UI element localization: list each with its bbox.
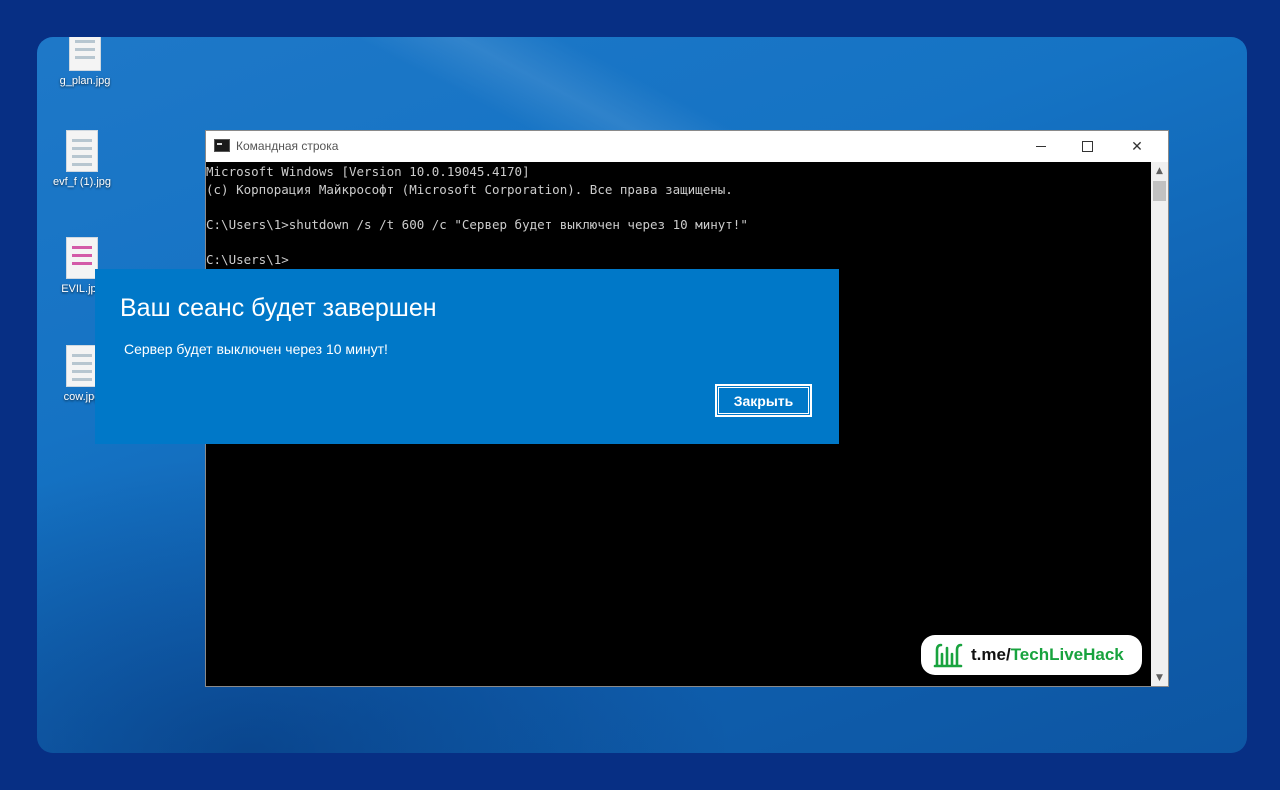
image-file-icon xyxy=(69,37,101,71)
techlivehack-logo-icon xyxy=(933,643,963,668)
dialog-heading: Ваш сеанс будет завершен xyxy=(120,294,437,322)
maximize-button[interactable] xyxy=(1064,131,1110,162)
watermark-prefix: t.me/ xyxy=(971,645,1011,664)
console-line: C:\Users\1> xyxy=(206,251,289,267)
maximize-icon xyxy=(1081,141,1093,152)
cmd-icon xyxy=(214,139,230,152)
image-file-icon xyxy=(66,345,98,387)
close-window-button[interactable]: ✕ xyxy=(1114,131,1160,162)
desktop-icon-label: evf_f (1).jpg xyxy=(52,176,112,188)
shutdown-notification-dialog: Ваш сеанс будет завершен Сервер будет вы… xyxy=(95,269,839,444)
vertical-scrollbar[interactable]: ▲ ▼ xyxy=(1151,162,1168,686)
minimize-button[interactable] xyxy=(1018,131,1064,162)
desktop-icon-evf[interactable]: evf_f (1).jpg xyxy=(42,130,122,188)
title-bar[interactable]: Командная строка ✕ xyxy=(206,131,1168,162)
watermark-brand: TechLiveHack xyxy=(1010,645,1124,664)
scrollbar-thumb[interactable] xyxy=(1153,181,1166,201)
console-line: C:\Users\1>shutdown /s /t 600 /c "Сервер… xyxy=(206,216,748,232)
console-line: Microsoft Windows [Version 10.0.19045.41… xyxy=(206,164,530,179)
watermark-text: t.me/TechLiveHack xyxy=(971,645,1124,665)
minimize-icon xyxy=(1036,146,1046,147)
close-dialog-button[interactable]: Закрыть xyxy=(715,384,812,417)
desktop-icon-label: g_plan.jpg xyxy=(59,75,111,87)
close-button-label: Закрыть xyxy=(733,392,794,409)
scroll-down-icon[interactable]: ▼ xyxy=(1151,669,1168,686)
dialog-message: Сервер будет выключен через 10 минут! xyxy=(124,341,388,357)
image-file-icon xyxy=(66,130,98,172)
window-title: Командная строка xyxy=(236,139,339,153)
image-file-icon xyxy=(66,237,98,279)
telegram-watermark: t.me/TechLiveHack xyxy=(921,635,1142,675)
console-line: (c) Корпорация Майкрософт (Microsoft Cor… xyxy=(206,181,733,197)
desktop-icon-g-plan[interactable]: g_plan.jpg xyxy=(45,37,125,87)
close-icon: ✕ xyxy=(1131,138,1143,154)
scroll-up-icon[interactable]: ▲ xyxy=(1151,162,1168,179)
